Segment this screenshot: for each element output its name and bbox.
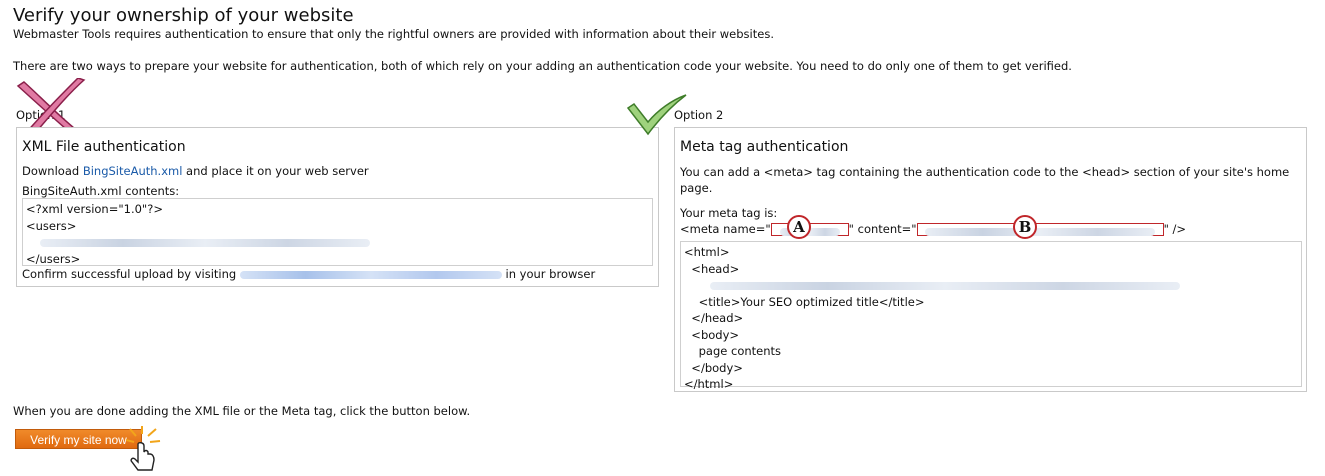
meta-mid: " content=" <box>848 222 917 236</box>
contents-label: BingSiteAuth.xml contents: <box>22 184 180 198</box>
confirm-line: Confirm successful upload by visiting in… <box>22 267 595 281</box>
download-line: Download BingSiteAuth.xml and place it o… <box>22 164 369 178</box>
page-title: Verify your ownership of your website <box>13 5 354 26</box>
xml-code-box: <?xml version="1.0"?> <users> </users> <box>22 198 653 266</box>
option2-panel: Meta tag authentication You can add a <m… <box>674 127 1307 392</box>
option1-panel: XML File authentication Download BingSit… <box>16 127 659 287</box>
code-line: </head> <box>684 311 744 325</box>
code-line-redacted <box>684 277 1298 294</box>
code-line-redacted <box>26 234 649 251</box>
your-meta-tag-label: Your meta tag is: <box>680 206 778 220</box>
download-prefix: Download <box>22 164 83 178</box>
code-line: </users> <box>26 251 81 266</box>
meta-content-redacted <box>916 223 1164 236</box>
redacted-verify-link[interactable] <box>239 270 502 279</box>
option1-heading: XML File authentication <box>22 139 186 155</box>
footer-instruction: When you are done adding the XML file or… <box>13 404 471 418</box>
code-line: <?xml version="1.0"?> <box>26 202 163 216</box>
confirm-prefix: Confirm successful upload by visiting <box>22 267 240 281</box>
confirm-suffix: in your browser <box>501 267 596 281</box>
click-cursor-icon <box>125 426 161 471</box>
code-line: <head> <box>684 261 740 276</box>
option2-heading: Meta tag authentication <box>680 139 849 155</box>
code-line: </body> <box>684 360 743 375</box>
option2-description: You can add a <meta> tag containing the … <box>680 165 1290 195</box>
code-line: <html> <box>684 245 730 259</box>
html-code-box: <html> <head> <title>Your SEO optimized … <box>680 241 1302 391</box>
code-line: <body> <box>684 327 740 342</box>
marker-a-badge: A <box>787 215 811 239</box>
page-subtitle: Webmaster Tools requires authentication … <box>13 27 774 41</box>
intro-text: There are two ways to prepare your websi… <box>13 59 1072 73</box>
meta-prefix: <meta name=" <box>680 222 771 236</box>
meta-tag-line: <meta name=" " content=" " /> <box>680 222 1186 236</box>
marker-b-badge: B <box>1013 215 1037 239</box>
verify-my-site-button[interactable]: Verify my site now <box>15 429 142 449</box>
code-line: <users> <box>26 218 77 233</box>
code-line: </html> <box>684 377 734 391</box>
download-suffix: and place it on your web server <box>182 164 369 178</box>
bingsiteauth-download-link[interactable]: BingSiteAuth.xml <box>83 164 183 178</box>
option2-label: Option 2 <box>674 108 724 122</box>
meta-suffix: " /> <box>1163 222 1187 236</box>
code-line: page contents <box>684 344 782 358</box>
code-line: <title>Your SEO optimized title</title> <box>684 294 925 309</box>
